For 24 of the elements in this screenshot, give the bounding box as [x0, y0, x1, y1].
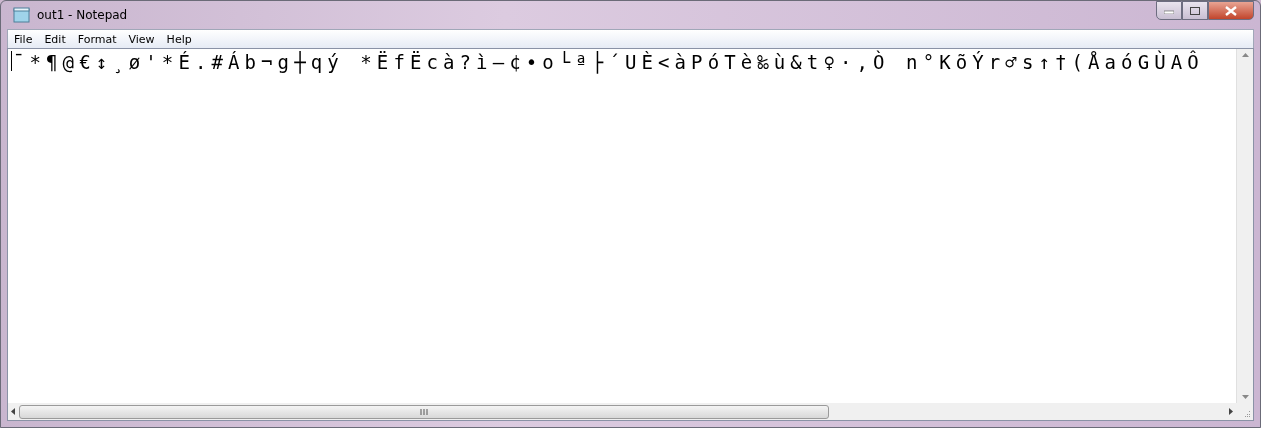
- window-title: out1 - Notepad: [37, 8, 129, 22]
- vertical-scrollbar[interactable]: [1236, 49, 1253, 403]
- maximize-icon: [1190, 6, 1200, 15]
- scroll-thumb[interactable]: [19, 404, 829, 419]
- scroll-right-icon: [1229, 408, 1233, 415]
- minimize-icon: [1164, 7, 1174, 14]
- horizontal-scrollbar[interactable]: [8, 403, 1236, 420]
- grip-icon: [420, 408, 428, 415]
- menu-item[interactable]: File: [8, 32, 39, 46]
- minimize-button[interactable]: [1156, 1, 1182, 20]
- scroll-down-icon: [1241, 395, 1249, 399]
- grip-dots-icon: [1243, 410, 1251, 418]
- menu-item[interactable]: Format: [71, 32, 123, 46]
- scroll-left-icon: [11, 408, 15, 415]
- menu-item[interactable]: Help: [160, 32, 198, 46]
- close-icon: [1225, 5, 1237, 16]
- text-cursor: [11, 51, 12, 71]
- close-button[interactable]: [1208, 1, 1254, 20]
- maximize-button[interactable]: [1182, 1, 1208, 20]
- notepad-icon: [13, 7, 31, 23]
- document-text: ˉ*¶@€↕¸ø'*É.#Áb¬g┼qý *ËfËcà?ì–¢•o└ª├´UÈ<àPóTè‰ù&t♀·,Ò n°KõÝr♂s↑†(ÅaóGÙAÔ: [13, 51, 1204, 73]
- scroll-up-icon: [1241, 53, 1249, 57]
- menu-item[interactable]: Edit: [38, 32, 72, 46]
- menu-item[interactable]: View: [122, 32, 161, 46]
